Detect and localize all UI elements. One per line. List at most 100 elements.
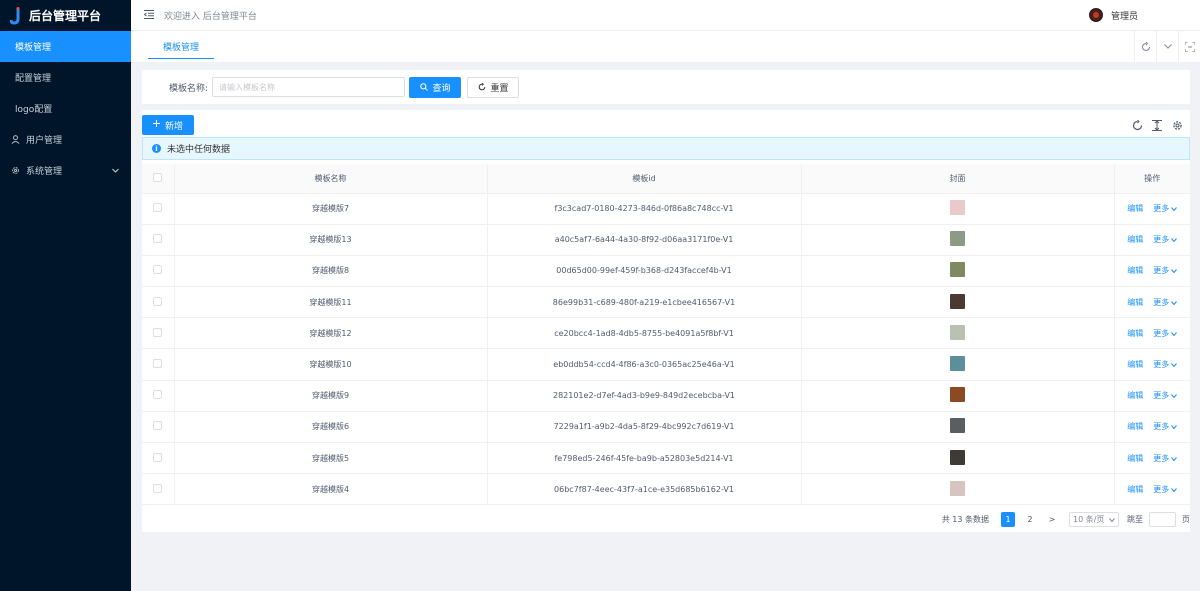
row-checkbox[interactable] — [153, 452, 163, 462]
template-id-cell: 06bc7f87-4eec-43f7-a1ce-e35d685b6162-V1 — [487, 473, 802, 506]
sidebar-item-logo-config[interactable]: logo配置 — [0, 93, 131, 124]
menu-fold-icon[interactable] — [144, 10, 154, 20]
jump-page-input[interactable] — [1149, 512, 1176, 527]
column-header-cover: 封面 — [801, 164, 1115, 194]
app-logo[interactable]: 后台管理平台 — [0, 0, 131, 31]
more-dropdown[interactable]: 更多 — [1153, 484, 1178, 495]
page-1-button[interactable]: 1 — [1001, 512, 1015, 527]
page-size-select[interactable]: 10 条/页 — [1069, 512, 1119, 527]
more-dropdown[interactable]: 更多 — [1153, 234, 1178, 245]
cover-thumbnail — [950, 387, 965, 403]
row-checkbox[interactable] — [153, 234, 163, 244]
info-icon: i — [152, 144, 161, 153]
column-height-icon[interactable] — [1147, 118, 1167, 132]
row-checkbox[interactable] — [153, 265, 163, 275]
fullscreen-icon[interactable] — [1178, 31, 1200, 62]
page-2-button[interactable]: 2 — [1023, 512, 1037, 527]
query-button[interactable]: 查询 — [409, 76, 462, 98]
table-row: 穿越模版4 06bc7f87-4eec-43f7-a1ce-e35d685b616… — [142, 473, 1190, 506]
search-form: 模板名称: 查询 重置 — [142, 70, 1190, 104]
edit-link[interactable]: 编辑 — [1127, 234, 1143, 245]
select-all-checkbox[interactable] — [153, 172, 163, 182]
row-checkbox[interactable] — [153, 296, 163, 306]
table-row: 穿越模版12 ce20bcc4-1ad8-4db5-8755-be4091a5f8… — [142, 317, 1190, 350]
avatar — [1088, 8, 1103, 22]
row-checkbox[interactable] — [153, 483, 163, 493]
chevron-down-icon — [1171, 332, 1178, 337]
top-header: 欢迎进入 后台管理平台 管理员 — [131, 0, 1200, 31]
sidebar-item-config-management[interactable]: 配置管理 — [0, 62, 131, 93]
row-checkbox[interactable] — [153, 203, 163, 213]
cover-thumbnail — [950, 356, 965, 372]
sidebar-item-template-management[interactable]: 模板管理 — [0, 31, 131, 62]
more-dropdown[interactable]: 更多 — [1153, 390, 1178, 401]
edit-link[interactable]: 编辑 — [1127, 297, 1143, 308]
cover-cell — [801, 255, 1115, 288]
template-table: 模板名称 模板id 封面 操作 穿越模版7 f3c3cad7-0180-4273-… — [142, 164, 1190, 506]
template-name-input[interactable] — [212, 77, 406, 97]
user-menu[interactable]: 管理员 — [1088, 8, 1138, 22]
cover-cell — [801, 193, 1115, 225]
more-dropdown[interactable]: 更多 — [1153, 421, 1178, 432]
edit-link[interactable]: 编辑 — [1127, 453, 1143, 464]
table-card: 新增 i 未选中任何数据 模板名称 模板id 封面 操作 穿越模版7 f3c3c… — [142, 110, 1190, 532]
next-page-icon[interactable]: > — [1045, 512, 1059, 527]
more-label: 更多 — [1153, 360, 1170, 370]
edit-link[interactable]: 编辑 — [1127, 328, 1143, 339]
template-name-cell: 穿越模版8 — [174, 255, 488, 288]
jump-label: 跳至 — [1127, 515, 1143, 524]
template-name-cell: 穿越模版6 — [174, 411, 488, 444]
edit-link[interactable]: 编辑 — [1127, 265, 1143, 276]
refresh-icon[interactable] — [1127, 118, 1147, 132]
more-label: 更多 — [1153, 391, 1170, 401]
more-dropdown[interactable]: 更多 — [1153, 265, 1178, 276]
cover-cell — [801, 224, 1115, 256]
refresh-icon[interactable] — [1134, 31, 1156, 62]
sidebar-item-user-management[interactable]: 用户管理 — [0, 124, 131, 155]
more-dropdown[interactable]: 更多 — [1153, 359, 1178, 370]
sidebar-item-system-management[interactable]: 系统管理 — [0, 155, 131, 186]
cover-cell — [801, 442, 1115, 475]
table-row: 穿越模版5 fe798ed5-246f-45fe-ba9b-a52803e5d21… — [142, 442, 1190, 475]
actions-cell: 编辑 更多 — [1114, 411, 1190, 444]
cover-thumbnail — [950, 324, 965, 340]
edit-link[interactable]: 编辑 — [1127, 484, 1143, 495]
chevron-down-icon — [1109, 517, 1115, 522]
row-checkbox[interactable] — [153, 359, 163, 369]
table-row: 穿越模版8 00d65d00-99ef-459f-b368-d243faccef4… — [142, 255, 1190, 288]
template-name-cell: 穿越模版12 — [174, 317, 488, 350]
chevron-down-icon[interactable] — [1156, 31, 1178, 62]
template-id-cell: fe798ed5-246f-45fe-ba9b-a52803e5d214-V1 — [487, 442, 802, 475]
table-row: 穿越模版13 a40c5af7-6a44-4a30-8f92-d06aa3171f… — [142, 224, 1190, 256]
more-label: 更多 — [1153, 204, 1170, 214]
column-header-actions: 操作 — [1114, 164, 1190, 194]
row-checkbox[interactable] — [153, 390, 163, 400]
welcome-text: 欢迎进入 后台管理平台 — [164, 11, 257, 22]
cover-thumbnail — [950, 449, 965, 465]
tabs-bar: 模板管理 — [131, 31, 1200, 62]
more-dropdown[interactable]: 更多 — [1153, 328, 1178, 339]
more-label: 更多 — [1153, 266, 1170, 276]
edit-link[interactable]: 编辑 — [1127, 203, 1143, 214]
settings-icon[interactable] — [1167, 118, 1187, 132]
chevron-down-icon — [1171, 425, 1178, 430]
edit-link[interactable]: 编辑 — [1127, 359, 1143, 370]
add-button[interactable]: 新增 — [142, 115, 194, 135]
page-suffix: 页 — [1182, 515, 1190, 524]
template-name-cell: 穿越模版5 — [174, 442, 488, 475]
more-dropdown[interactable]: 更多 — [1153, 297, 1178, 308]
edit-link[interactable]: 编辑 — [1127, 390, 1143, 401]
row-checkbox[interactable] — [153, 421, 163, 431]
tab-template-management[interactable]: 模板管理 — [148, 31, 215, 62]
more-dropdown[interactable]: 更多 — [1153, 453, 1178, 464]
cover-cell — [801, 380, 1115, 412]
template-name-label: 模板名称: — [169, 83, 209, 94]
selection-alert: i 未选中任何数据 — [142, 137, 1190, 160]
chevron-down-icon — [1171, 394, 1178, 399]
cover-thumbnail — [950, 231, 965, 247]
edit-link[interactable]: 编辑 — [1127, 421, 1143, 432]
reset-button[interactable]: 重置 — [467, 76, 520, 98]
sidebar-item-label: logo配置 — [15, 105, 53, 115]
more-dropdown[interactable]: 更多 — [1153, 203, 1178, 214]
row-checkbox[interactable] — [153, 327, 163, 337]
